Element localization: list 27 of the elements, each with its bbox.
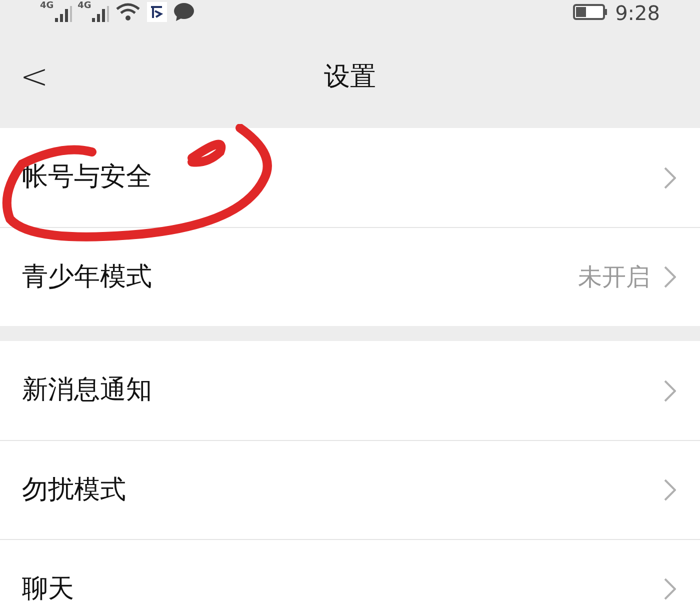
- row-value: 未开启: [578, 262, 650, 293]
- back-button[interactable]: <: [16, 52, 52, 102]
- row-label: 新消息通知: [22, 374, 152, 407]
- network-label: 4G: [40, 2, 54, 11]
- chevron-icon: [664, 266, 676, 288]
- settings-row[interactable]: 帐号与安全: [0, 128, 700, 227]
- chevron-icon: [664, 578, 676, 600]
- clock: 9:28: [615, 3, 660, 23]
- chat-bubble-icon: [173, 2, 196, 22]
- chevron-icon: [664, 380, 676, 402]
- network-label: 4G: [78, 2, 92, 11]
- settings-row[interactable]: 勿扰模式: [0, 440, 700, 539]
- settings-row[interactable]: 青少年模式 未开启: [0, 227, 700, 326]
- battery-icon: [573, 4, 608, 20]
- page-title: 设置: [324, 60, 376, 94]
- signal-icon: [54, 6, 72, 22]
- settings-row[interactable]: 聊天: [0, 539, 700, 601]
- row-label: 青少年模式: [22, 260, 152, 294]
- chevron-icon: [664, 479, 676, 501]
- row-label: 勿扰模式: [22, 474, 126, 506]
- app-icon: [147, 2, 168, 22]
- wifi-icon: [115, 2, 142, 22]
- row-label: 帐号与安全: [22, 161, 152, 194]
- signal-icon: [91, 6, 110, 22]
- settings-row[interactable]: 新消息通知: [0, 341, 700, 440]
- row-label: 聊天: [22, 572, 74, 601]
- chevron-icon: [664, 166, 676, 188]
